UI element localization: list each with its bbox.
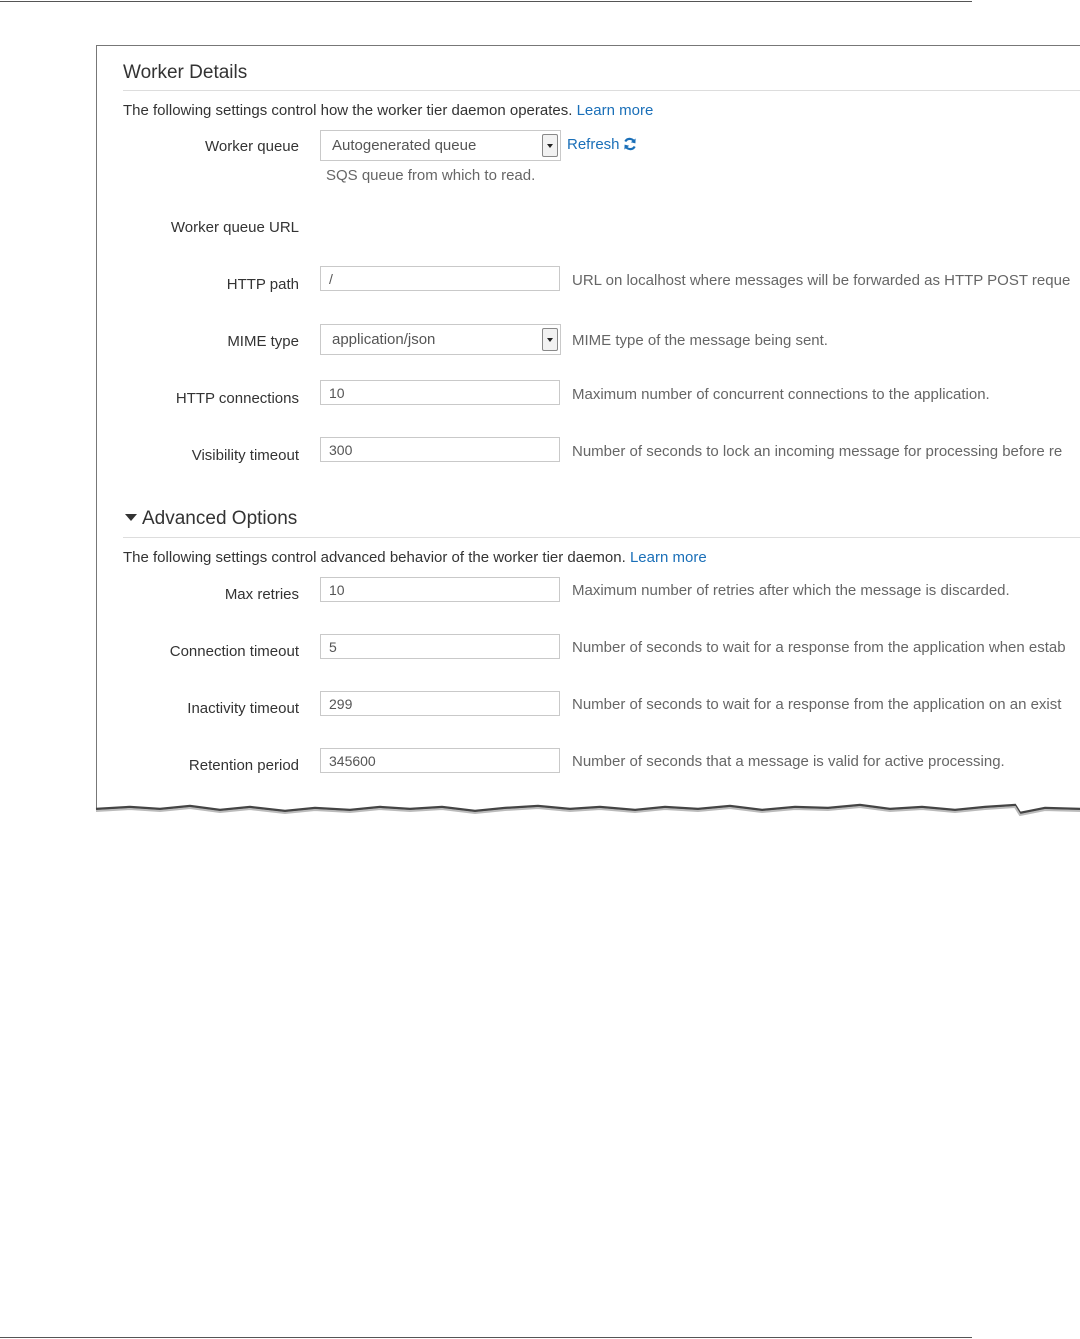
retention-period-input[interactable] bbox=[320, 748, 560, 773]
visibility-timeout-help: Number of seconds to lock an incoming me… bbox=[572, 443, 1063, 460]
connection-timeout-help: Number of seconds to wait for a response… bbox=[572, 639, 1066, 656]
connection-timeout-input[interactable] bbox=[320, 634, 560, 659]
section-divider bbox=[123, 90, 1080, 91]
http-path-label: HTTP path bbox=[226, 276, 299, 293]
max-retries-help: Maximum number of retries after which th… bbox=[572, 582, 1010, 599]
worker-settings-panel: Worker Details The following settings co… bbox=[96, 45, 1080, 816]
section-divider bbox=[123, 537, 1080, 538]
worker-details-title: Worker Details bbox=[123, 62, 248, 83]
caret-down-icon bbox=[125, 514, 137, 521]
retention-period-help: Number of seconds that a message is vali… bbox=[572, 753, 1005, 770]
chevron-down-icon[interactable] bbox=[542, 328, 558, 351]
refresh-label: Refresh bbox=[567, 136, 620, 153]
worker-details-description: The following settings control how the w… bbox=[123, 102, 653, 119]
mime-type-value: application/json bbox=[332, 331, 436, 348]
chevron-down-icon[interactable] bbox=[542, 134, 558, 157]
retention-period-label: Retention period bbox=[188, 757, 299, 774]
learn-more-link[interactable]: Learn more bbox=[630, 549, 707, 566]
http-path-help: URL on localhost where messages will be … bbox=[572, 272, 1071, 289]
http-path-input[interactable] bbox=[320, 266, 560, 291]
http-connections-label: HTTP connections bbox=[175, 390, 299, 407]
advanced-options-description-text: The following settings control advanced … bbox=[123, 549, 626, 566]
worker-queue-help: SQS queue from which to read. bbox=[326, 167, 536, 184]
worker-queue-value: Autogenerated queue bbox=[332, 137, 477, 154]
worker-details-description-text: The following settings control how the w… bbox=[123, 102, 573, 119]
http-connections-help: Maximum number of concurrent connections… bbox=[572, 386, 990, 403]
torn-edge bbox=[95, 803, 1080, 830]
max-retries-label: Max retries bbox=[224, 586, 299, 603]
max-retries-input[interactable] bbox=[320, 577, 560, 602]
worker-queue-label: Worker queue bbox=[205, 138, 299, 155]
http-connections-input[interactable] bbox=[320, 380, 560, 405]
advanced-options-title: Advanced Options bbox=[142, 508, 298, 529]
inactivity-timeout-help: Number of seconds to wait for a response… bbox=[572, 696, 1062, 713]
advanced-options-description: The following settings control advanced … bbox=[123, 549, 707, 566]
visibility-timeout-input[interactable] bbox=[320, 437, 560, 462]
refresh-button[interactable]: Refresh bbox=[567, 136, 637, 153]
connection-timeout-label: Connection timeout bbox=[169, 643, 299, 660]
worker-queue-select[interactable]: Autogenerated queue bbox=[320, 130, 561, 161]
refresh-icon bbox=[623, 137, 636, 151]
visibility-timeout-label: Visibility timeout bbox=[191, 447, 299, 464]
learn-more-link[interactable]: Learn more bbox=[577, 102, 654, 119]
inactivity-timeout-input[interactable] bbox=[320, 691, 560, 716]
mime-type-help: MIME type of the message being sent. bbox=[572, 332, 828, 349]
mime-type-label: MIME type bbox=[227, 333, 299, 350]
page-bottom-rule bbox=[0, 1337, 972, 1338]
mime-type-select[interactable]: application/json bbox=[320, 324, 561, 355]
advanced-options-toggle[interactable]: Advanced Options bbox=[125, 508, 297, 530]
page-top-rule bbox=[0, 1, 972, 2]
inactivity-timeout-label: Inactivity timeout bbox=[187, 700, 299, 717]
worker-queue-url-label: Worker queue URL bbox=[170, 219, 299, 236]
